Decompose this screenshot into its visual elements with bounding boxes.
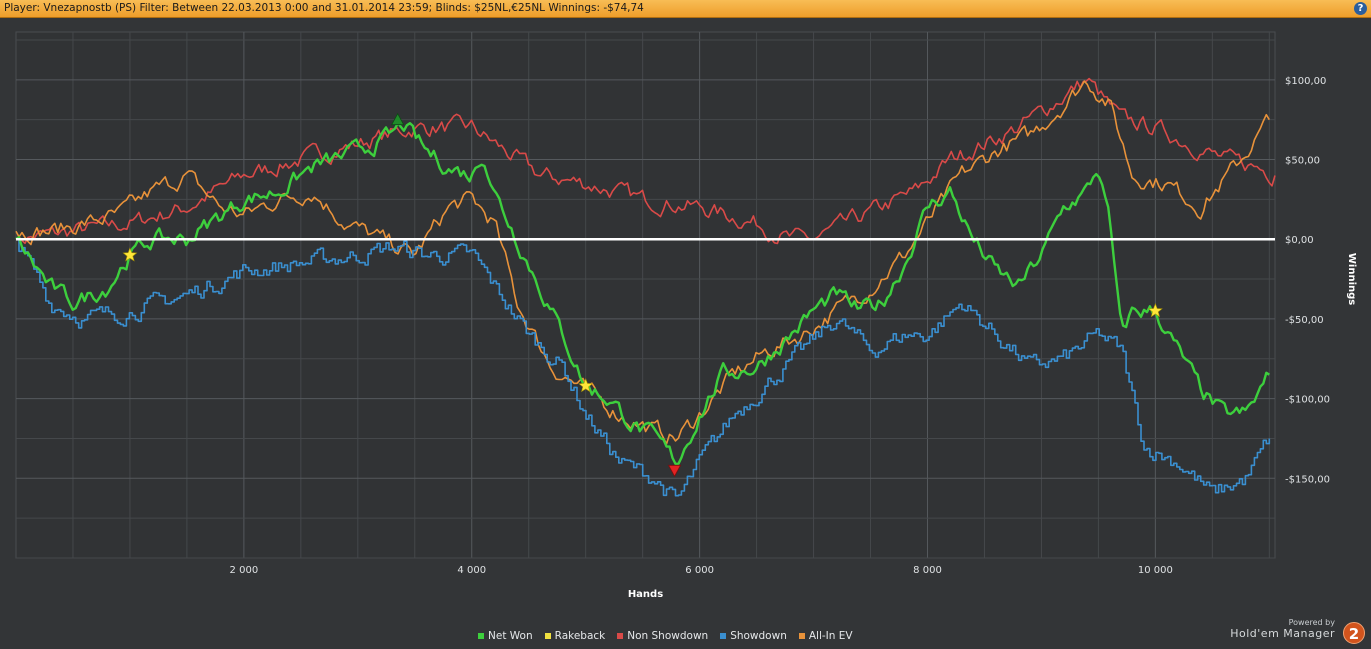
legend: Net Won Rakeback Non Showdown Showdown All-I…: [478, 629, 853, 643]
winnings-graph: 2 000 4 000 6 000 8 000 10 000 -$150,00 -$100,…: [15, 31, 1357, 600]
y-tick-label: $100,00: [1285, 76, 1326, 87]
y-tick-label: $0,00: [1285, 235, 1314, 246]
legend-item[interactable]: All-In EV: [798, 630, 853, 642]
y-axis-title: Winnings: [1346, 253, 1357, 305]
legend-swatch: [617, 633, 624, 639]
x-axis-title: Hands: [628, 589, 663, 600]
y-tick-label: $50,00: [1285, 156, 1320, 167]
window-title: Player: Vnezapnostb (PS) Filter: Between…: [4, 2, 644, 14]
legend-swatch: [798, 633, 805, 639]
x-tick-label: 8 000: [913, 565, 942, 576]
powered-by-block: Powered by Hold'em Manager: [1230, 618, 1335, 640]
x-tick-label: 6 000: [685, 565, 714, 576]
legend-label: Non Showdown: [627, 630, 709, 642]
x-tick-label: 4 000: [457, 565, 486, 576]
y-tick-label: -$100,00: [1285, 395, 1330, 406]
y-tick-label: -$50,00: [1285, 315, 1324, 326]
legend-label: Showdown: [730, 630, 787, 642]
legend-swatch: [478, 633, 484, 639]
powered-by-text: Powered by: [1288, 618, 1335, 627]
x-tick-label: 2 000: [230, 565, 259, 576]
window-titlebar: Player: Vnezapnostb (PS) Filter: Between…: [0, 0, 1371, 18]
legend-label: Rakeback: [554, 630, 606, 642]
x-tick-label: 10 000: [1138, 565, 1173, 576]
legend-item[interactable]: Rakeback: [544, 630, 606, 642]
product-name: Hold'em Manager: [1230, 627, 1335, 640]
legend-item[interactable]: Showdown: [720, 630, 787, 642]
legend-item[interactable]: Non Showdown: [617, 630, 708, 642]
legend-label: All-In EV: [808, 630, 853, 642]
legend-swatch: [720, 633, 727, 639]
legend-item[interactable]: Net Won: [478, 630, 533, 642]
plot-area: [15, 31, 1276, 559]
y-tick-label: -$150,00: [1285, 474, 1330, 485]
legend-label: Net Won: [488, 630, 533, 642]
legend-swatch: [544, 633, 551, 639]
question-mark-icon[interactable]: ?: [1354, 2, 1367, 15]
hm2-logo-icon: 2: [1343, 622, 1365, 644]
